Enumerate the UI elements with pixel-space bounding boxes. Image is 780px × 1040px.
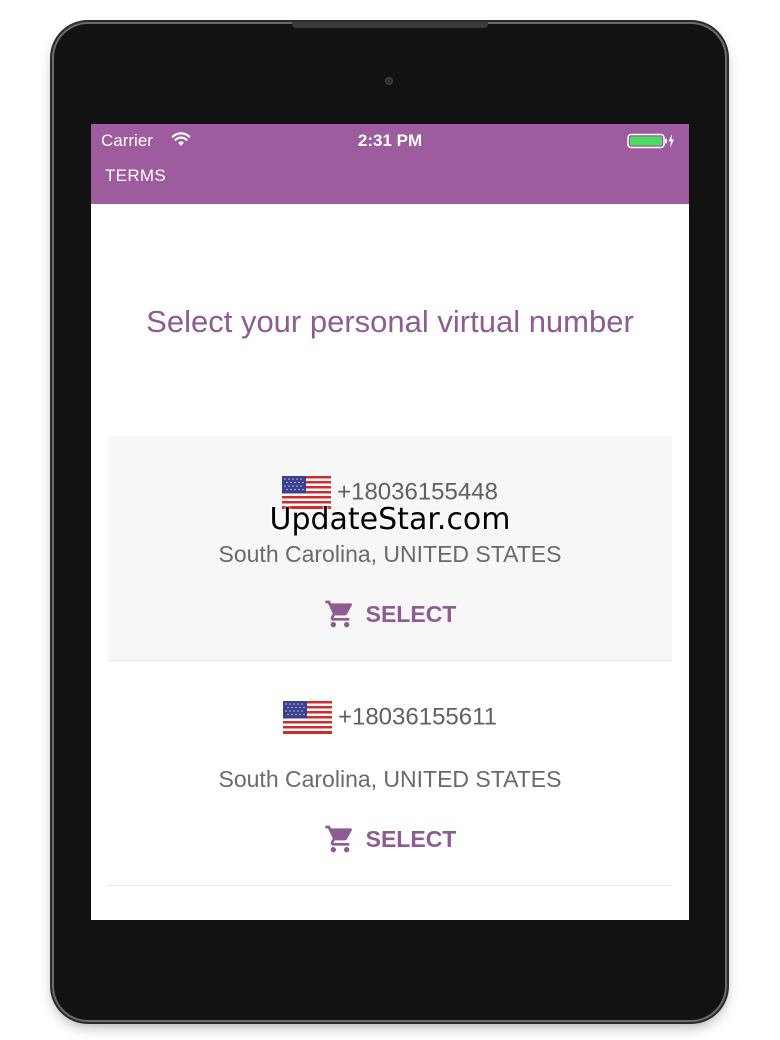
camera-icon xyxy=(385,77,393,85)
tablet-top-edge xyxy=(292,22,488,28)
shopping-cart-icon xyxy=(324,600,352,628)
content-area: Select your personal virtual number +180… xyxy=(91,204,689,920)
phone-number: +18036155611 xyxy=(337,703,498,731)
select-button[interactable]: SELECT xyxy=(320,594,460,634)
status-bar: Carrier 2:31 PM xyxy=(91,124,689,156)
select-button[interactable]: SELECT xyxy=(320,819,460,859)
location-label: South Carolina, UNITED STATES xyxy=(218,541,562,567)
nav-bar: TERMS xyxy=(91,156,689,204)
battery-charging-icon xyxy=(627,133,674,149)
location-label: South Carolina, UNITED STATES xyxy=(218,766,562,792)
phone-row: +18036155611 xyxy=(108,701,672,735)
number-card[interactable]: +18036155611 South Carolina, UNITED STAT… xyxy=(108,661,672,886)
shopping-cart-icon xyxy=(324,825,352,853)
select-label: SELECT xyxy=(365,600,457,627)
number-card[interactable]: +18036155448 South Carolina, UNITED STAT… xyxy=(108,436,672,661)
us-flag-icon xyxy=(282,701,332,734)
terms-button[interactable]: TERMS xyxy=(105,166,166,186)
page-title: Select your personal virtual number xyxy=(146,304,634,339)
watermark-text: UpdateStar.com xyxy=(269,502,511,537)
select-label: SELECT xyxy=(365,825,457,852)
status-time: 2:31 PM xyxy=(357,131,423,150)
